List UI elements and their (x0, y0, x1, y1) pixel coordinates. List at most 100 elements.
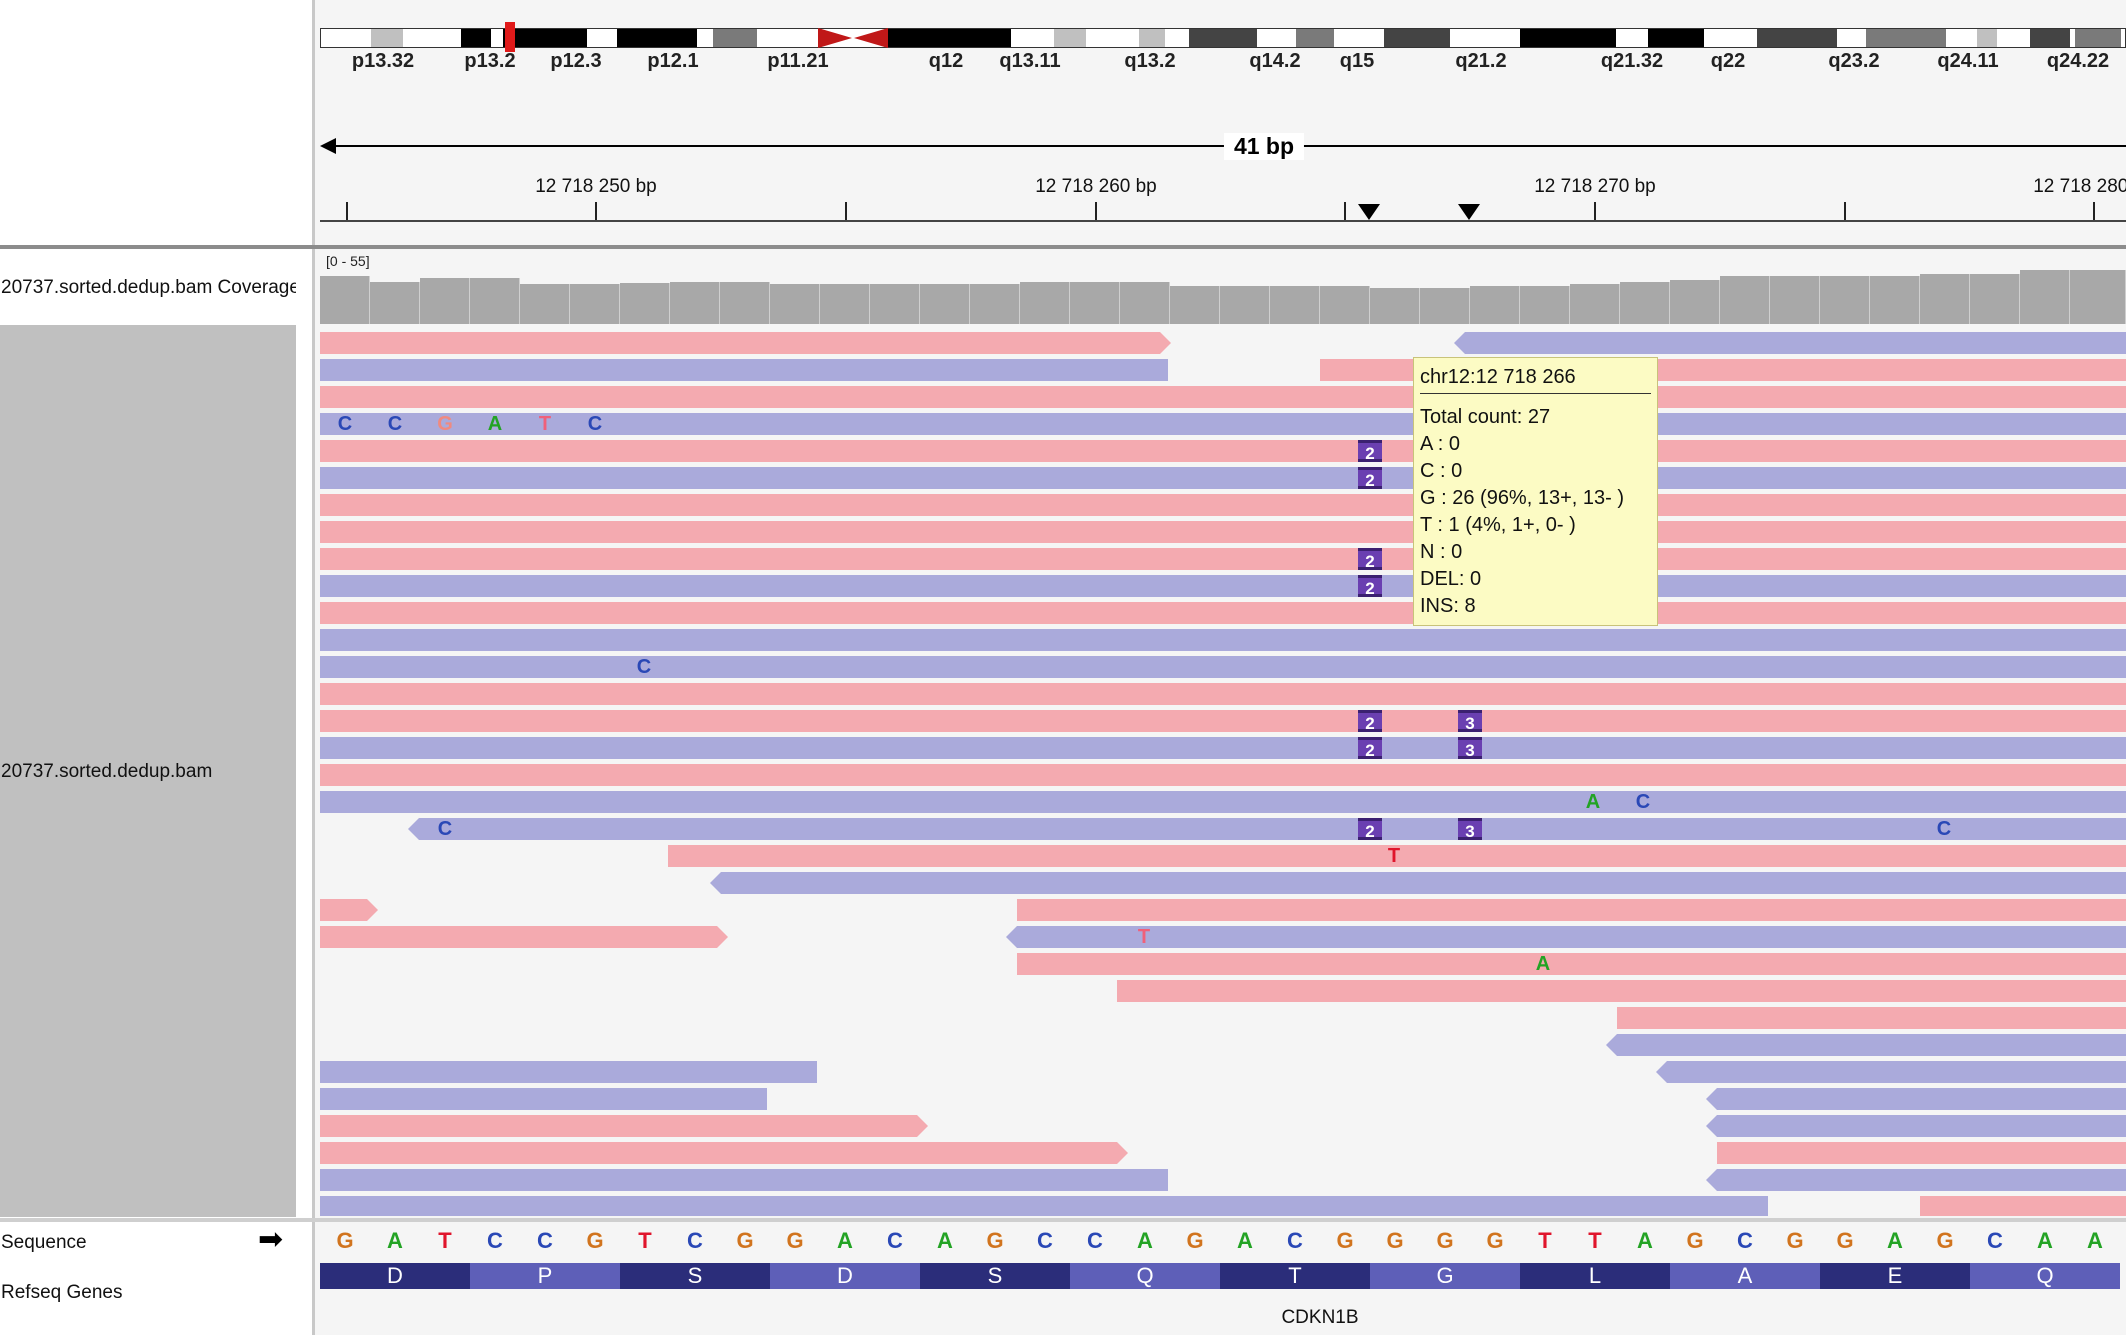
read[interactable] (320, 548, 2126, 570)
read[interactable] (320, 764, 2126, 786)
read[interactable] (320, 656, 2126, 678)
alignment-track[interactable]: C C G A T C C A C C C T T A 2 2 2 2 2 3 … (320, 332, 2126, 1216)
insertion-badge[interactable]: 2 (1358, 440, 1382, 463)
track-name-panel: 20737.sorted.dedup.bam Coverage 20737.so… (0, 0, 315, 1335)
sequence-track[interactable]: G A T C C G T C G G A C A G C C A G A C … (320, 1228, 2126, 1258)
read[interactable] (320, 899, 367, 921)
current-region-marker (505, 22, 515, 52)
tooltip-line: G : 26 (96%, 13+, 13- ) (1420, 487, 1624, 509)
read[interactable] (1717, 1088, 2126, 1110)
insertion-badge[interactable]: 3 (1458, 818, 1482, 841)
mismatch-base: C (587, 413, 603, 435)
amino-acid: D (770, 1263, 920, 1289)
refseq-genes-label[interactable]: Refseq Genes (1, 1282, 122, 1304)
read[interactable] (320, 710, 2126, 732)
sequence-base: C (1987, 1228, 2003, 1253)
tooltip-line: T : 1 (4%, 1+, 0- ) (1420, 514, 1576, 536)
sequence-base: T (638, 1228, 652, 1253)
read[interactable] (320, 386, 2126, 408)
read[interactable] (1717, 1115, 2126, 1137)
insertion-badge[interactable]: 2 (1358, 737, 1382, 760)
read[interactable] (320, 629, 2126, 651)
coverage-track[interactable] (320, 262, 2126, 324)
sequence-base: A (387, 1228, 403, 1253)
read[interactable] (1617, 1034, 2126, 1056)
refseq-gene-track[interactable]: D P S D S Q T G L A E Q CDKN1B (320, 1263, 2126, 1335)
sequence-base: G (1336, 1228, 1354, 1253)
insertion-badge[interactable]: 3 (1458, 737, 1482, 760)
read[interactable] (320, 440, 2126, 462)
amino-acid: Q (1070, 1263, 1220, 1289)
coverage-track-label[interactable]: 20737.sorted.dedup.bam Coverage (1, 277, 296, 299)
sequence-base: G (1436, 1228, 1454, 1253)
read[interactable] (320, 1142, 1117, 1164)
read[interactable] (320, 1196, 1768, 1216)
read[interactable] (320, 737, 2126, 759)
read[interactable] (320, 521, 2126, 543)
sequence-base: G (1786, 1228, 1804, 1253)
read[interactable] (721, 872, 2126, 894)
insertion-marker-icon[interactable] (1358, 204, 1380, 220)
read[interactable] (1017, 926, 2126, 948)
read[interactable] (320, 1115, 917, 1137)
mismatch-base: T (1387, 845, 1401, 867)
read[interactable] (320, 1169, 1168, 1191)
read[interactable] (1117, 980, 2126, 1002)
insertion-badge[interactable]: 2 (1358, 710, 1382, 733)
sequence-base: G (736, 1228, 754, 1253)
band-label: q24.11 (1937, 50, 1999, 72)
read[interactable] (320, 602, 2126, 624)
read[interactable] (320, 359, 1168, 381)
tooltip-title: chr12:12 718 266 (1420, 366, 1651, 394)
chromosome-ideogram[interactable] (320, 28, 2126, 48)
read[interactable] (320, 1061, 817, 1083)
data-panel[interactable]: p13.32 p13.2 p12.3 p12.1 p11.21 q12 q13.… (318, 0, 2126, 1335)
read[interactable] (419, 818, 2126, 840)
read[interactable] (1017, 953, 2126, 975)
alignment-track-label[interactable]: 20737.sorted.dedup.bam (1, 761, 212, 783)
read[interactable] (1017, 899, 2126, 921)
insertion-badge[interactable]: 2 (1358, 548, 1382, 571)
sequence-base: C (1287, 1228, 1303, 1253)
read[interactable] (1717, 1169, 2126, 1191)
read[interactable] (320, 926, 717, 948)
mismatch-base: C (437, 818, 453, 840)
read[interactable] (320, 791, 2126, 813)
read[interactable] (320, 332, 1160, 354)
insertion-badge[interactable]: 2 (1358, 575, 1382, 598)
read[interactable] (320, 1088, 767, 1110)
insertion-marker-icon[interactable] (1458, 204, 1480, 220)
read[interactable] (320, 467, 2126, 489)
gene-name: CDKN1B (1281, 1307, 1359, 1328)
ruler-tick-label: 12 718 260 bp (1035, 176, 1157, 197)
amino-acid: D (320, 1263, 470, 1289)
amino-acid: Q (1970, 1263, 2120, 1289)
sequence-base: T (1538, 1228, 1552, 1253)
insertion-badge[interactable]: 3 (1458, 710, 1482, 733)
read[interactable] (320, 683, 2126, 705)
read[interactable] (1617, 1007, 2126, 1029)
band-label: q22 (1710, 50, 1746, 72)
read[interactable] (1920, 1196, 2126, 1216)
sequence-base: C (1737, 1228, 1753, 1253)
amino-acid: S (920, 1263, 1070, 1289)
read[interactable] (1717, 1142, 2126, 1164)
amino-acid: L (1520, 1263, 1670, 1289)
read[interactable] (1667, 1061, 2126, 1083)
band-label: q13.2 (1124, 50, 1176, 72)
tooltip-line: DEL: 0 (1420, 568, 1482, 590)
band-label: q14.2 (1249, 50, 1301, 72)
sequence-track-label[interactable]: Sequence (1, 1232, 87, 1254)
insertion-badge[interactable]: 2 (1358, 818, 1382, 841)
read[interactable] (320, 575, 2126, 597)
read[interactable] (320, 494, 2126, 516)
tooltip-line: A : 0 (1420, 433, 1461, 455)
mismatch-base: A (1535, 953, 1551, 975)
tooltip-line: INS: 8 (1420, 595, 1476, 617)
amino-acid: T (1220, 1263, 1370, 1289)
strand-arrow-icon[interactable]: ➡ (258, 1225, 283, 1255)
sequence-base: G (1836, 1228, 1854, 1253)
insertion-badge[interactable]: 2 (1358, 467, 1382, 490)
ruler-tick-label: 12 718 270 bp (1534, 176, 1656, 197)
read[interactable] (1465, 332, 2126, 354)
